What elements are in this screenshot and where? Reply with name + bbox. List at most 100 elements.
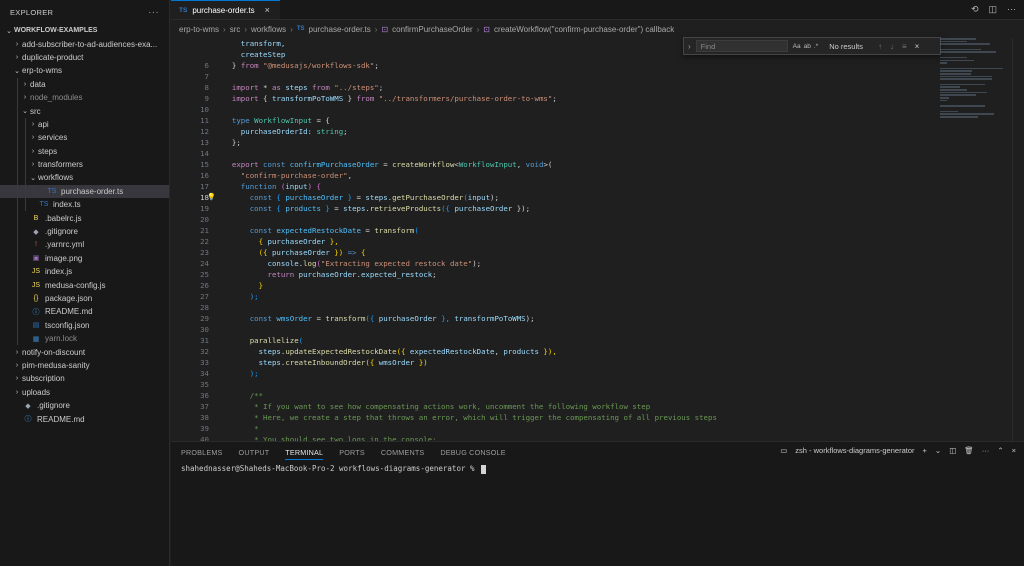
code-text: );	[223, 291, 259, 302]
code-editor[interactable]: transform, createStep 6 } from "@medusajs…	[171, 38, 941, 441]
code-token: purchaseOrderId	[223, 127, 308, 136]
folder-item[interactable]: › add-subscriber-to-ad-audiences-exa...	[0, 37, 169, 50]
code-token: })	[334, 248, 348, 257]
breadcrumb-item[interactable]: workflows	[251, 25, 286, 34]
terminal-output[interactable]: shahednasser@Shaheds-MacBook-Pro-2 workf…	[171, 462, 1024, 476]
code-token: });	[516, 204, 531, 213]
code-text: *	[223, 423, 258, 434]
breadcrumb-item[interactable]: src	[230, 25, 241, 34]
line-number-text: 11	[200, 116, 209, 125]
breadcrumb-item[interactable]: createWorkflow("confirm-purchase-order")…	[494, 25, 674, 34]
file-item[interactable]: ! .yarnrc.yml	[0, 238, 169, 252]
folder-item[interactable]: ⌄ src	[0, 104, 169, 118]
code-text: import * as steps from "../steps";	[223, 82, 383, 93]
dropdown-icon[interactable]: ⌄	[935, 446, 941, 455]
regex-icon[interactable]: .*	[814, 43, 818, 50]
maximize-panel-icon[interactable]: ⌃	[997, 446, 1003, 455]
line-number: 29	[171, 313, 223, 324]
folder-item[interactable]: › node_modules	[0, 90, 169, 105]
more-actions-icon[interactable]: ···	[982, 446, 990, 455]
file-item[interactable]: ⓘ README.md	[0, 412, 169, 425]
match-case-icon[interactable]: Aa	[793, 43, 801, 50]
code-text: } from "@medusajs/workflows-sdk";	[223, 60, 379, 71]
file-item[interactable]: TS index.ts	[0, 198, 169, 212]
file-item[interactable]: ▦ yarn.lock	[0, 331, 169, 346]
minimap-line	[940, 78, 993, 80]
line-number: 12	[171, 126, 223, 137]
code-token: "confirm-purchase-order"	[223, 171, 348, 180]
split-terminal-icon[interactable]: ◫	[949, 446, 956, 455]
breadcrumb-item[interactable]: purchase-order.ts	[309, 25, 371, 34]
file-item[interactable]: JS medusa-config.js	[0, 278, 169, 292]
minimap[interactable]	[940, 38, 1010, 118]
indent-guide	[17, 131, 18, 145]
code-text: * You should see two logs in the console…	[223, 434, 436, 441]
code-line: 15 export const confirmPurchaseOrder = c…	[171, 159, 941, 170]
previous-match-icon[interactable]: ↑	[878, 42, 882, 51]
next-match-icon[interactable]: ↓	[890, 42, 894, 51]
editor-scrollbar[interactable]	[1012, 38, 1024, 441]
folder-item[interactable]: › subscription	[0, 372, 169, 385]
breadcrumb-item[interactable]: confirmPurchaseOrder	[392, 25, 472, 34]
folder-item[interactable]: › steps	[0, 144, 169, 158]
file-item[interactable]: {} package.json	[0, 291, 169, 306]
file-item[interactable]: ◆ .gitignore	[0, 399, 169, 412]
code-line: 7	[171, 71, 941, 82]
file-item[interactable]: JS index.js	[0, 265, 169, 279]
close-find-icon[interactable]: ×	[915, 42, 920, 51]
panel-tab-debug-console[interactable]: DEBUG CONSOLE	[440, 442, 505, 462]
file-item[interactable]: TS purchase-order.ts	[0, 184, 169, 199]
lightbulb-icon[interactable]: 💡	[207, 192, 216, 203]
find-in-selection-icon[interactable]: ≡	[902, 42, 907, 51]
code-line: 36 /**	[171, 390, 941, 401]
file-item[interactable]: ◆ .gitignore	[0, 224, 169, 239]
file-item[interactable]: ▤ tsconfig.json	[0, 318, 169, 332]
split-editor-icon[interactable]: ◫	[988, 4, 997, 15]
panel-tab-ports[interactable]: PORTS	[339, 442, 365, 462]
file-item[interactable]: ⓘ README.md	[0, 305, 169, 319]
folder-item[interactable]: ⌄ WORKFLOW-EXAMPLES	[0, 24, 169, 37]
folder-item[interactable]: ⌄ erp-to-wms	[0, 64, 169, 77]
chevron-right-icon: ›	[15, 361, 19, 369]
panel-tab-problems[interactable]: PROBLEMS	[181, 442, 223, 462]
folder-item[interactable]: › services	[0, 131, 169, 145]
more-actions-icon[interactable]: ···	[148, 7, 159, 18]
timeline-icon[interactable]: ⟲	[971, 4, 979, 15]
panel-tab-comments[interactable]: COMMENTS	[381, 442, 425, 462]
terminal-name[interactable]: zsh - workflows-diagrams-generator	[795, 446, 914, 455]
line-number-text: 14	[200, 149, 209, 158]
match-whole-word-icon[interactable]: ab	[804, 43, 811, 50]
folder-item[interactable]: › notify-on-discount	[0, 345, 169, 358]
more-actions-icon[interactable]: ···	[1007, 4, 1016, 15]
trash-icon[interactable]: 🗑	[964, 446, 974, 455]
breadcrumb-item[interactable]: erp-to-wms	[179, 25, 219, 34]
folder-item[interactable]: › api	[0, 117, 169, 132]
minimap-line	[940, 72, 971, 75]
folder-item[interactable]: › duplicate-product	[0, 51, 169, 64]
file-item[interactable]: ▣ image.png	[0, 251, 169, 266]
close-panel-icon[interactable]: ×	[1012, 446, 1016, 455]
panel-tab-output[interactable]: OUTPUT	[239, 442, 270, 462]
line-number-text: 24	[200, 259, 209, 268]
code-token: purchaseOrder	[271, 248, 335, 257]
minimap-line	[940, 89, 967, 91]
close-tab-icon[interactable]: ×	[265, 5, 270, 15]
find-input[interactable]: Find	[695, 40, 788, 52]
breadcrumb-separator-icon: ›	[476, 24, 480, 34]
file-item[interactable]: B .babelrc.js	[0, 211, 169, 225]
folder-item[interactable]: › transformers	[0, 157, 169, 172]
folder-item[interactable]: › data	[0, 77, 169, 91]
folder-item[interactable]: › uploads	[0, 386, 169, 399]
file-type-icon: ⓘ	[24, 416, 32, 424]
panel-tab-terminal[interactable]: TERMINAL	[285, 442, 324, 462]
folder-item[interactable]: › pim-medusa-sanity	[0, 359, 169, 372]
code-text: createStep	[223, 49, 286, 60]
tree-item-label: pim-medusa-sanity	[22, 360, 90, 370]
toggle-replace-icon[interactable]: ›	[688, 42, 691, 51]
folder-item[interactable]: ⌄ workflows	[0, 171, 169, 185]
line-number: 38	[171, 412, 223, 423]
tree-item-label: index.ts	[53, 200, 81, 210]
new-terminal-icon[interactable]: +	[923, 446, 927, 455]
chevron-right-icon: ›	[31, 147, 35, 155]
tab-purchase-order[interactable]: TS purchase-order.ts ×	[171, 0, 280, 19]
